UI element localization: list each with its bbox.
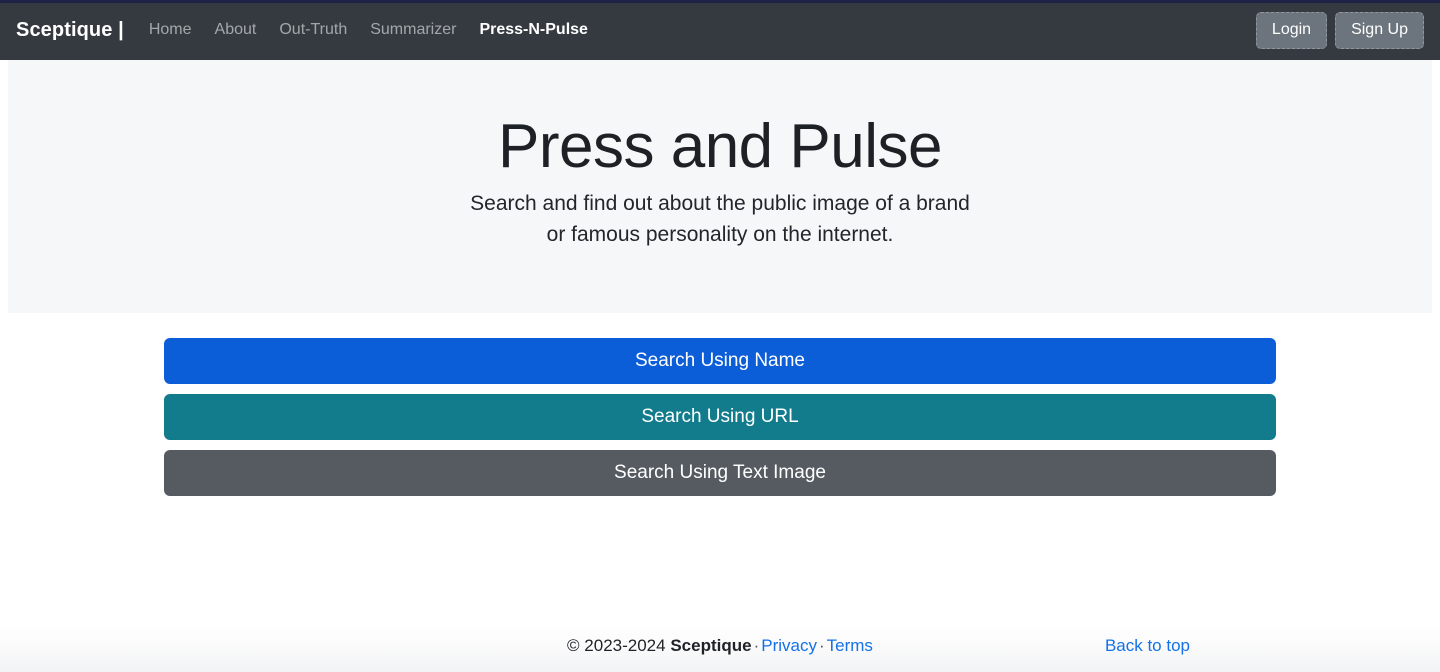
footer-separator-2: ·	[818, 636, 825, 655]
footer: © 2023-2024 Sceptique · Privacy · Terms Back…	[0, 620, 1440, 672]
nav-link-home[interactable]: Home	[149, 21, 192, 39]
footer-inner: © 2023-2024 Sceptique · Privacy · Terms Back…	[0, 620, 1440, 672]
navbar-brand[interactable]: Sceptique |	[16, 19, 124, 42]
nav-link-about[interactable]: About	[215, 21, 257, 39]
footer-copyright: © 2023-2024 Sceptique · Privacy · Terms	[0, 636, 1440, 656]
search-using-url-button[interactable]: Search Using URL	[164, 394, 1276, 440]
signup-button[interactable]: Sign Up	[1335, 11, 1424, 49]
footer-copyright-prefix: © 2023-2024	[567, 636, 671, 655]
search-using-name-button[interactable]: Search Using Name	[164, 338, 1276, 384]
back-to-top-link[interactable]: Back to top	[1105, 636, 1190, 656]
hero-subtitle: Search and find out about the public ima…	[470, 189, 970, 250]
footer-separator-1: ·	[753, 636, 760, 655]
hero-subtitle-line-2: or famous personality on the internet.	[546, 222, 894, 246]
search-using-text-image-button[interactable]: Search Using Text Image	[164, 450, 1276, 496]
login-button[interactable]: Login	[1255, 11, 1328, 49]
nav-link-summarizer[interactable]: Summarizer	[370, 21, 456, 39]
footer-terms-link[interactable]: Terms	[827, 636, 873, 655]
navbar: Sceptique | Home About Out-Truth Summari…	[0, 0, 1440, 60]
page-root: Sceptique | Home About Out-Truth Summari…	[0, 0, 1440, 672]
hero-section: Press and Pulse Search and find out abou…	[8, 60, 1432, 313]
search-options-group: Search Using Name Search Using URL Searc…	[164, 338, 1276, 496]
navbar-links: Home About Out-Truth Summarizer Press-N-…	[149, 21, 1256, 39]
page-title: Press and Pulse	[498, 112, 942, 181]
footer-brand: Sceptique	[670, 636, 752, 655]
nav-link-press-n-pulse[interactable]: Press-N-Pulse	[479, 21, 588, 39]
nav-link-out-truth[interactable]: Out-Truth	[279, 21, 347, 39]
hero-subtitle-line-1: Search and find out about the public ima…	[470, 192, 970, 216]
top-edge-sliver	[0, 0, 1440, 3]
navbar-actions: Login Sign Up	[1255, 11, 1424, 49]
footer-privacy-link[interactable]: Privacy	[761, 636, 817, 655]
